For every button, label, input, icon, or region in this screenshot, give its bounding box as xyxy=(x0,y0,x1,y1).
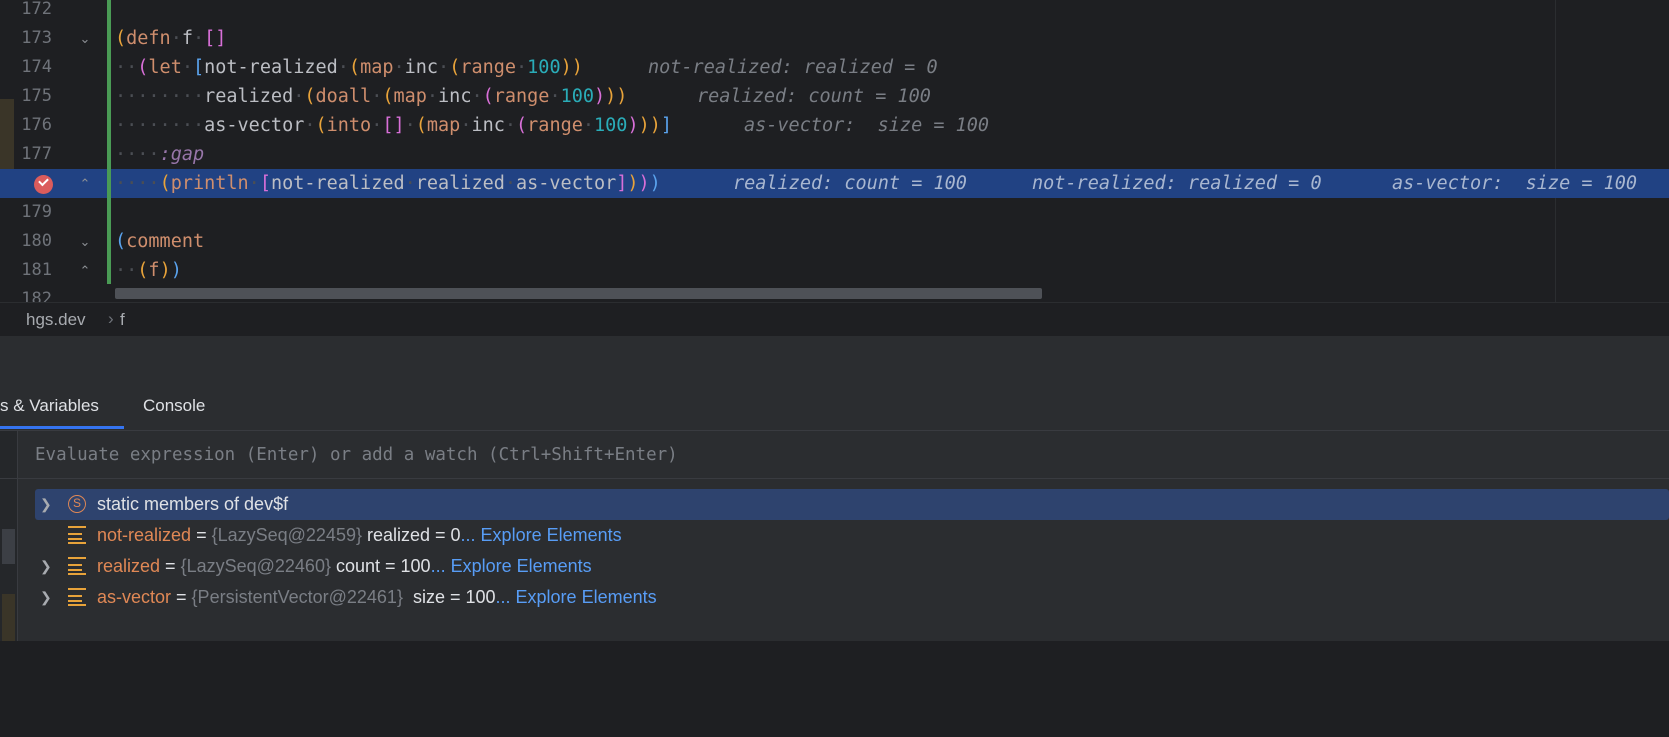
line-number: 172 xyxy=(21,0,52,19)
variable-type: {LazySeq@22459} xyxy=(211,525,362,545)
inline-value-hint: not-realized: realized = 0 xyxy=(648,57,938,78)
field-icon xyxy=(68,526,86,544)
code-line[interactable]: 177 ····:gap xyxy=(0,140,1669,169)
code-text: ····:gap xyxy=(115,144,205,165)
tab-threads-variables[interactable]: s & Variables xyxy=(0,396,99,416)
variable-value: realized = 0 xyxy=(361,525,461,545)
breadcrumb: hgs.dev › f xyxy=(0,302,1669,335)
variable-entry: realized = {LazySeq@22460} count = 100..… xyxy=(97,551,592,582)
code-line[interactable]: 174 ··(let·[not-realized·(map·inc·(range… xyxy=(0,53,1669,82)
line-number: 177 xyxy=(21,144,52,164)
code-line[interactable]: 179 xyxy=(0,198,1669,227)
breakpoint-icon[interactable] xyxy=(34,175,53,194)
code-text: (comment xyxy=(115,231,205,252)
frames-panel-edge xyxy=(0,479,18,641)
line-number: 182 xyxy=(21,289,52,302)
fold-collapse-icon[interactable]: ⌄ xyxy=(78,227,92,256)
evaluate-bar xyxy=(0,431,1669,479)
code-line[interactable]: 172 xyxy=(0,0,1669,24)
code-text: ··(f)) xyxy=(115,260,182,281)
variable-entry: as-vector = {PersistentVector@22461} siz… xyxy=(97,582,657,613)
fold-expand-icon[interactable]: ⌃ xyxy=(78,169,92,198)
code-line[interactable]: 173 ⌄ (defn·f·[] xyxy=(0,24,1669,53)
line-number: 175 xyxy=(21,86,52,106)
breadcrumb-namespace[interactable]: hgs.dev xyxy=(26,310,86,330)
variable-name: as-vector xyxy=(97,587,172,607)
evaluate-expression-input[interactable] xyxy=(18,431,1669,478)
debug-toolbar xyxy=(0,335,1669,383)
explore-elements-link[interactable]: ... Explore Elements xyxy=(461,525,622,545)
variable-type: {LazySeq@22460} xyxy=(180,556,331,576)
breadcrumb-separator: › xyxy=(108,309,114,328)
line-number: 176 xyxy=(21,115,52,135)
code-editor[interactable]: 172 173 ⌄ (defn·f·[] 174 ··(let·[not-rea… xyxy=(0,0,1669,302)
inline-value-hint: as-vector: size = 100 xyxy=(1392,173,1638,194)
explore-elements-link[interactable]: ... Explore Elements xyxy=(496,587,657,607)
expand-chevron-icon[interactable]: ❯ xyxy=(40,489,54,520)
variable-value: count = 100 xyxy=(330,556,431,576)
code-text: ········as-vector·(into·[]·(map·inc·(ran… xyxy=(115,115,672,136)
active-tab-indicator xyxy=(0,426,124,429)
static-members-icon: S xyxy=(68,495,86,513)
frames-panel-edge xyxy=(0,431,18,478)
variable-name: realized xyxy=(97,556,161,576)
horizontal-scrollbar[interactable] xyxy=(115,288,1042,299)
field-icon xyxy=(68,557,86,575)
inline-value-hint: realized: count = 100 xyxy=(697,86,931,107)
debug-tabs: s & Variables Console xyxy=(0,382,1669,431)
variable-type: {PersistentVector@22461} xyxy=(191,587,403,607)
expand-chevron-icon[interactable]: ❯ xyxy=(40,551,54,582)
code-text: (defn·f·[] xyxy=(115,28,227,49)
variables-tree: ❯ S static members of dev$f not-realized… xyxy=(0,479,1669,641)
code-text: ········realized·(doall·(map·inc·(range·… xyxy=(115,86,628,107)
tree-row-static-members[interactable]: ❯ S static members of dev$f xyxy=(35,489,1669,520)
variable-name: not-realized xyxy=(97,525,192,545)
code-line[interactable]: 181 ⌃ ··(f)) xyxy=(0,256,1669,285)
field-icon xyxy=(68,588,86,606)
code-line[interactable]: 176 ········as-vector·(into·[]·(map·inc·… xyxy=(0,111,1669,140)
line-number: 179 xyxy=(21,202,52,222)
variable-value: size = 100 xyxy=(402,587,496,607)
tree-row-not-realized[interactable]: not-realized = {LazySeq@22459} realized … xyxy=(35,520,1669,551)
execution-point-line[interactable]: 178 ⌃ ····(println·[not-realized·realize… xyxy=(0,169,1669,198)
code-text: ··(let·[not-realized·(map·inc·(range·100… xyxy=(115,57,583,78)
equals-sign: = xyxy=(191,525,212,545)
tab-console[interactable]: Console xyxy=(143,396,205,416)
code-line[interactable]: 175 ········realized·(doall·(map·inc·(ra… xyxy=(0,82,1669,111)
inline-value-hint: not-realized: realized = 0 xyxy=(1032,173,1322,194)
variable-entry: not-realized = {LazySeq@22459} realized … xyxy=(97,520,622,551)
tree-row-realized[interactable]: ❯ realized = {LazySeq@22460} count = 100… xyxy=(35,551,1669,582)
code-line[interactable]: 180 ⌄ (comment xyxy=(0,227,1669,256)
equals-sign: = xyxy=(160,556,181,576)
explore-elements-link[interactable]: ... Explore Elements xyxy=(431,556,592,576)
tree-row-as-vector[interactable]: ❯ as-vector = {PersistentVector@22461} s… xyxy=(35,582,1669,613)
fold-collapse-icon[interactable]: ⌄ xyxy=(78,24,92,53)
line-number: 180 xyxy=(21,231,52,251)
breadcrumb-function[interactable]: f xyxy=(120,310,125,330)
vcs-change-marker xyxy=(107,0,111,284)
fold-expand-icon[interactable]: ⌃ xyxy=(78,256,92,285)
line-number: 181 xyxy=(21,260,52,280)
inline-value-hint: realized: count = 100 xyxy=(733,173,967,194)
line-number: 174 xyxy=(21,57,52,77)
code-text: ····(println·[not-realized·realized·as-v… xyxy=(115,173,661,194)
equals-sign: = xyxy=(171,587,192,607)
expand-chevron-icon[interactable]: ❯ xyxy=(40,582,54,613)
tree-row-label: static members of dev$f xyxy=(97,494,289,514)
inline-value-hint: as-vector: size = 100 xyxy=(744,115,990,136)
line-number: 173 xyxy=(21,28,52,48)
